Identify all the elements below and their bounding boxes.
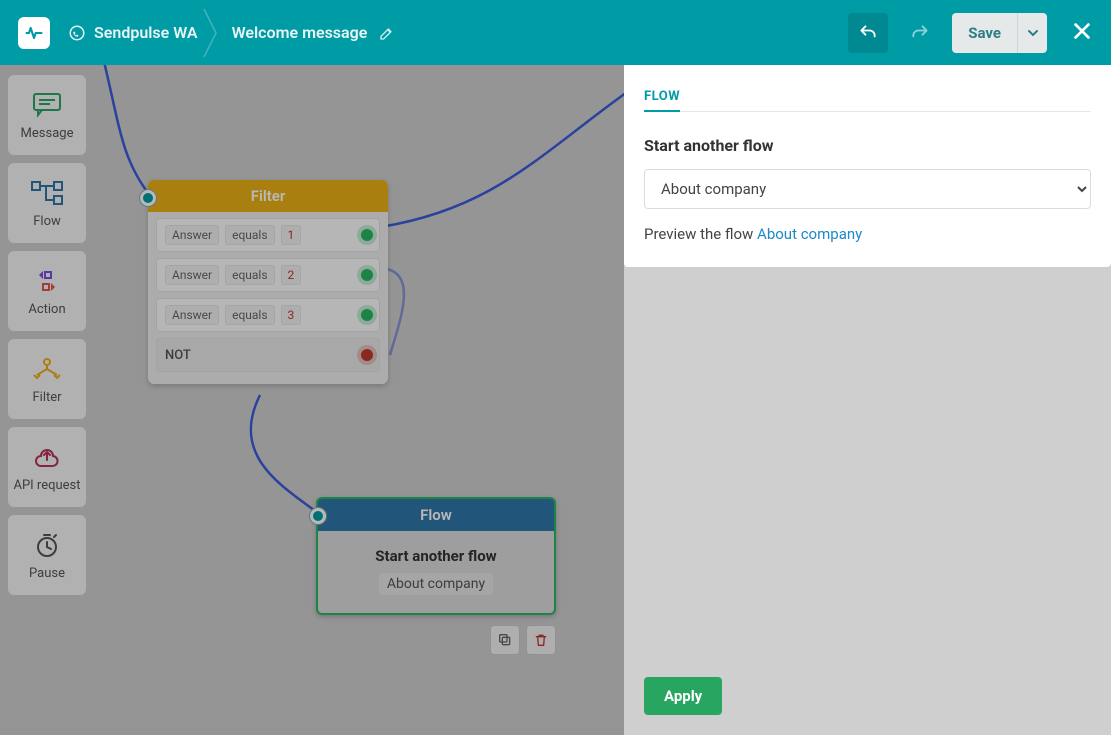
flow-node-title: Flow	[420, 506, 452, 524]
panel-card: FLOW Start another flow About company Pr…	[624, 65, 1111, 267]
condition-not-label: NOT	[165, 348, 191, 363]
tool-message[interactable]: Message	[8, 75, 86, 155]
header-actions: Save	[848, 13, 1093, 53]
condition-row[interactable]: Answer equals 3	[156, 298, 380, 332]
copy-icon	[497, 632, 513, 648]
condition-op: equals	[225, 305, 274, 325]
undo-icon	[858, 23, 878, 43]
message-icon	[32, 92, 62, 118]
condition-list: Answer equals 1 Answer equals 2 Answer e…	[148, 212, 388, 378]
condition-value: 3	[281, 305, 302, 325]
condition-not-row[interactable]: NOT	[156, 338, 380, 372]
breadcrumb-chevron	[198, 0, 222, 65]
input-port[interactable]	[140, 190, 156, 206]
panel-tab-flow[interactable]: FLOW	[644, 89, 680, 112]
flow-node-selected: About company	[379, 573, 493, 595]
preview-link[interactable]: About company	[757, 225, 862, 243]
condition-op: equals	[225, 265, 274, 285]
pause-icon	[34, 532, 60, 558]
save-dropdown[interactable]	[1017, 13, 1047, 53]
tool-label: Flow	[33, 214, 61, 229]
tool-label: Filter	[32, 390, 61, 405]
pulse-icon	[24, 23, 44, 43]
bot-name[interactable]: Sendpulse WA	[68, 23, 198, 42]
flow-select[interactable]: About company	[644, 169, 1091, 209]
condition-value: 1	[281, 225, 302, 245]
filter-node[interactable]: Filter Answer equals 1 Answer equals 2 A…	[148, 180, 388, 384]
filter-node-header[interactable]: Filter	[148, 180, 388, 212]
output-port[interactable]	[361, 269, 373, 281]
output-port[interactable]	[361, 309, 373, 321]
app-header: Sendpulse WA Welcome message Save	[0, 0, 1111, 65]
condition-field: Answer	[165, 265, 219, 285]
flow-title-text: Welcome message	[232, 23, 368, 42]
flow-node-header[interactable]: Flow	[318, 499, 554, 531]
settings-panel: FLOW Start another flow About company Pr…	[624, 65, 1111, 735]
condition-field: Answer	[165, 225, 219, 245]
output-port-not[interactable]	[361, 349, 373, 361]
whatsapp-icon	[68, 24, 86, 42]
condition-field: Answer	[165, 305, 219, 325]
trash-icon	[533, 632, 549, 648]
flow-title[interactable]: Welcome message	[232, 23, 396, 42]
edit-icon[interactable]	[379, 25, 395, 41]
output-port[interactable]	[361, 229, 373, 241]
tool-label: Pause	[29, 566, 65, 581]
redo-icon	[910, 23, 930, 43]
preview-prefix: Preview the flow	[644, 225, 757, 243]
close-icon	[1071, 20, 1093, 42]
panel-tabs: FLOW	[644, 85, 1091, 112]
panel-footer: Apply	[624, 677, 1111, 735]
delete-button[interactable]	[526, 625, 556, 655]
condition-op: equals	[225, 225, 274, 245]
api-icon	[33, 444, 61, 470]
tool-flow[interactable]: Flow	[8, 163, 86, 243]
condition-value: 2	[281, 265, 302, 285]
tool-label: API request	[13, 478, 80, 493]
save-group: Save	[952, 13, 1047, 53]
tool-filter[interactable]: Filter	[8, 339, 86, 419]
condition-row[interactable]: Answer equals 2	[156, 258, 380, 292]
flow-icon	[30, 180, 64, 206]
tool-api-request[interactable]: API request	[8, 427, 86, 507]
filter-icon	[30, 357, 64, 381]
undo-button[interactable]	[848, 13, 888, 53]
close-button[interactable]	[1071, 20, 1093, 46]
panel-field-label: Start another flow	[644, 136, 1091, 155]
flow-node-heading: Start another flow	[328, 547, 544, 565]
flow-node[interactable]: Flow Start another flow About company	[316, 497, 556, 615]
node-toolbar: Message Flow Action Filter API request P…	[8, 75, 86, 595]
condition-row[interactable]: Answer equals 1	[156, 218, 380, 252]
tool-label: Action	[28, 302, 65, 317]
filter-node-title: Filter	[251, 187, 286, 205]
apply-button[interactable]: Apply	[644, 677, 722, 715]
node-tools	[490, 625, 556, 655]
input-port[interactable]	[310, 508, 326, 524]
tool-action[interactable]: Action	[8, 251, 86, 331]
duplicate-button[interactable]	[490, 625, 520, 655]
caret-down-icon	[1028, 28, 1038, 38]
tool-pause[interactable]: Pause	[8, 515, 86, 595]
preview-line: Preview the flow About company	[644, 225, 1091, 243]
action-icon	[31, 269, 63, 293]
flow-node-body: Start another flow About company	[318, 531, 554, 613]
app-logo[interactable]	[18, 17, 50, 49]
save-button[interactable]: Save	[952, 13, 1017, 53]
tool-label: Message	[21, 126, 74, 141]
redo-button[interactable]	[900, 13, 940, 53]
bot-name-text: Sendpulse WA	[94, 23, 198, 42]
